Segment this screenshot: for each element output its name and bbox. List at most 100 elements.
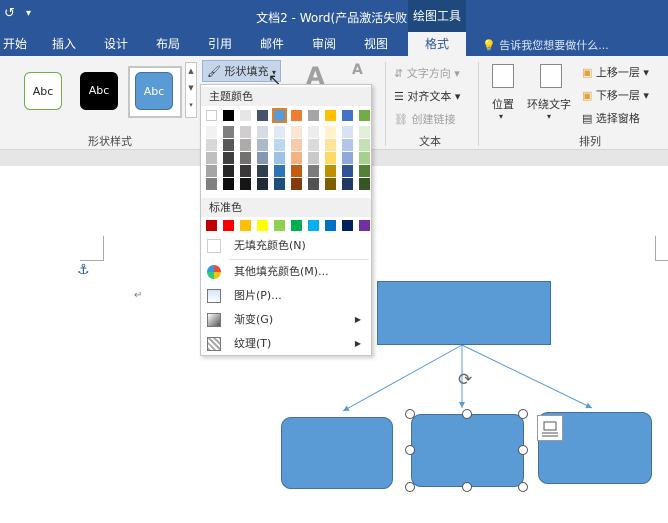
standard-color-swatch[interactable]: [359, 220, 370, 231]
theme-tint-swatch[interactable]: [325, 139, 336, 151]
resize-handle[interactable]: [518, 445, 528, 455]
menu-divider: [229, 259, 369, 260]
theme-tint-swatch[interactable]: [206, 152, 217, 164]
resize-handle[interactable]: [462, 482, 472, 492]
theme-tint-swatch[interactable]: [325, 126, 336, 138]
theme-tint-swatch[interactable]: [308, 126, 319, 138]
theme-color-swatch[interactable]: [240, 110, 251, 121]
theme-color-swatch[interactable]: [272, 108, 287, 123]
theme-tint-swatch[interactable]: [291, 139, 302, 151]
gradient-icon: [207, 313, 221, 327]
theme-tint-swatch[interactable]: [291, 165, 302, 177]
top-rectangle-shape[interactable]: [377, 281, 551, 345]
theme-color-swatch[interactable]: [308, 110, 319, 121]
theme-tint-swatch[interactable]: [240, 126, 251, 138]
theme-tint-swatch[interactable]: [223, 178, 234, 190]
standard-color-swatch[interactable]: [308, 220, 319, 231]
more-fill-colors-label: 其他填充颜色(M)...: [234, 265, 329, 278]
texture-label: 纹理(T): [234, 337, 272, 350]
theme-tint-swatch[interactable]: [206, 165, 217, 177]
standard-color-swatch[interactable]: [223, 220, 234, 231]
standard-color-swatch[interactable]: [342, 220, 353, 231]
theme-tint-swatch[interactable]: [359, 126, 370, 138]
theme-color-swatch[interactable]: [325, 110, 336, 121]
theme-tint-swatch[interactable]: [342, 126, 353, 138]
theme-tint-swatch[interactable]: [308, 178, 319, 190]
left-rounded-shape[interactable]: [281, 417, 393, 489]
theme-color-swatch[interactable]: [257, 110, 268, 121]
standard-color-swatch[interactable]: [257, 220, 268, 231]
standard-color-swatch[interactable]: [291, 220, 302, 231]
theme-tint-swatch[interactable]: [291, 126, 302, 138]
theme-tint-swatch[interactable]: [342, 139, 353, 151]
no-fill-item[interactable]: 无填充颜色(N): [201, 235, 371, 257]
theme-tint-swatch[interactable]: [325, 152, 336, 164]
theme-tint-swatch[interactable]: [359, 152, 370, 164]
theme-tint-swatch[interactable]: [274, 126, 285, 138]
theme-color-swatch[interactable]: [291, 110, 302, 121]
resize-handle[interactable]: [405, 445, 415, 455]
theme-tint-swatch[interactable]: [223, 139, 234, 151]
no-fill-label: 无填充颜色(N): [234, 239, 306, 252]
more-fill-colors-item[interactable]: 其他填充颜色(M)...: [201, 261, 371, 283]
theme-tint-swatch[interactable]: [257, 139, 268, 151]
standard-color-swatch[interactable]: [325, 220, 336, 231]
theme-color-swatch[interactable]: [206, 110, 217, 121]
theme-tint-swatch[interactable]: [223, 152, 234, 164]
picture-item[interactable]: 图片(P)...: [201, 285, 371, 307]
theme-tint-swatch[interactable]: [359, 178, 370, 190]
resize-handle[interactable]: [462, 409, 472, 419]
theme-tint-swatch[interactable]: [240, 178, 251, 190]
standard-color-swatch[interactable]: [274, 220, 285, 231]
theme-tint-swatch[interactable]: [274, 139, 285, 151]
picture-label: 图片(P)...: [234, 289, 282, 302]
theme-tint-swatch[interactable]: [308, 152, 319, 164]
theme-tint-swatch[interactable]: [359, 165, 370, 177]
theme-tint-swatch[interactable]: [257, 152, 268, 164]
theme-tint-swatch[interactable]: [325, 165, 336, 177]
theme-tint-swatch[interactable]: [342, 178, 353, 190]
theme-tint-swatch[interactable]: [223, 126, 234, 138]
no-fill-icon: [207, 239, 221, 253]
theme-tint-swatch[interactable]: [240, 165, 251, 177]
theme-tint-swatch[interactable]: [223, 165, 234, 177]
theme-tint-swatch[interactable]: [257, 165, 268, 177]
theme-tint-swatch[interactable]: [206, 139, 217, 151]
theme-color-swatch[interactable]: [342, 110, 353, 121]
theme-tint-swatch[interactable]: [206, 178, 217, 190]
theme-tint-swatch[interactable]: [240, 152, 251, 164]
standard-color-swatch[interactable]: [206, 220, 217, 231]
texture-item[interactable]: 纹理(T) ▶: [201, 333, 371, 355]
gradient-item[interactable]: 渐变(G) ▶: [201, 309, 371, 331]
theme-tint-swatch[interactable]: [274, 152, 285, 164]
resize-handle[interactable]: [518, 482, 528, 492]
theme-tint-swatch[interactable]: [240, 139, 251, 151]
resize-handle[interactable]: [518, 409, 528, 419]
theme-tint-swatch[interactable]: [291, 178, 302, 190]
submenu-arrow-icon: ▶: [354, 315, 361, 324]
submenu-arrow-icon: ▶: [354, 339, 361, 348]
theme-tint-swatch[interactable]: [257, 126, 268, 138]
rotate-handle-icon[interactable]: ⟳: [458, 370, 472, 390]
connector-right[interactable]: [461, 344, 593, 409]
theme-tint-swatch[interactable]: [342, 152, 353, 164]
theme-color-swatch[interactable]: [359, 110, 370, 121]
theme-tint-swatch[interactable]: [274, 165, 285, 177]
shape-fill-dropdown: 主题颜色 标准色 无填充颜色(N) 其他填充颜色(M)... 图片(P)... …: [200, 84, 372, 356]
theme-color-swatch[interactable]: [223, 110, 234, 121]
resize-handle[interactable]: [405, 409, 415, 419]
selected-rounded-shape[interactable]: [411, 414, 524, 487]
standard-colors-heading: 标准色: [201, 198, 371, 217]
theme-tint-swatch[interactable]: [325, 178, 336, 190]
standard-color-swatch[interactable]: [240, 220, 251, 231]
theme-tint-swatch[interactable]: [308, 139, 319, 151]
theme-tint-swatch[interactable]: [274, 178, 285, 190]
resize-handle[interactable]: [405, 482, 415, 492]
layout-options-icon[interactable]: [537, 415, 563, 441]
theme-tint-swatch[interactable]: [291, 152, 302, 164]
theme-tint-swatch[interactable]: [359, 139, 370, 151]
theme-tint-swatch[interactable]: [257, 178, 268, 190]
theme-tint-swatch[interactable]: [308, 165, 319, 177]
theme-tint-swatch[interactable]: [342, 165, 353, 177]
theme-tint-swatch[interactable]: [206, 126, 217, 138]
